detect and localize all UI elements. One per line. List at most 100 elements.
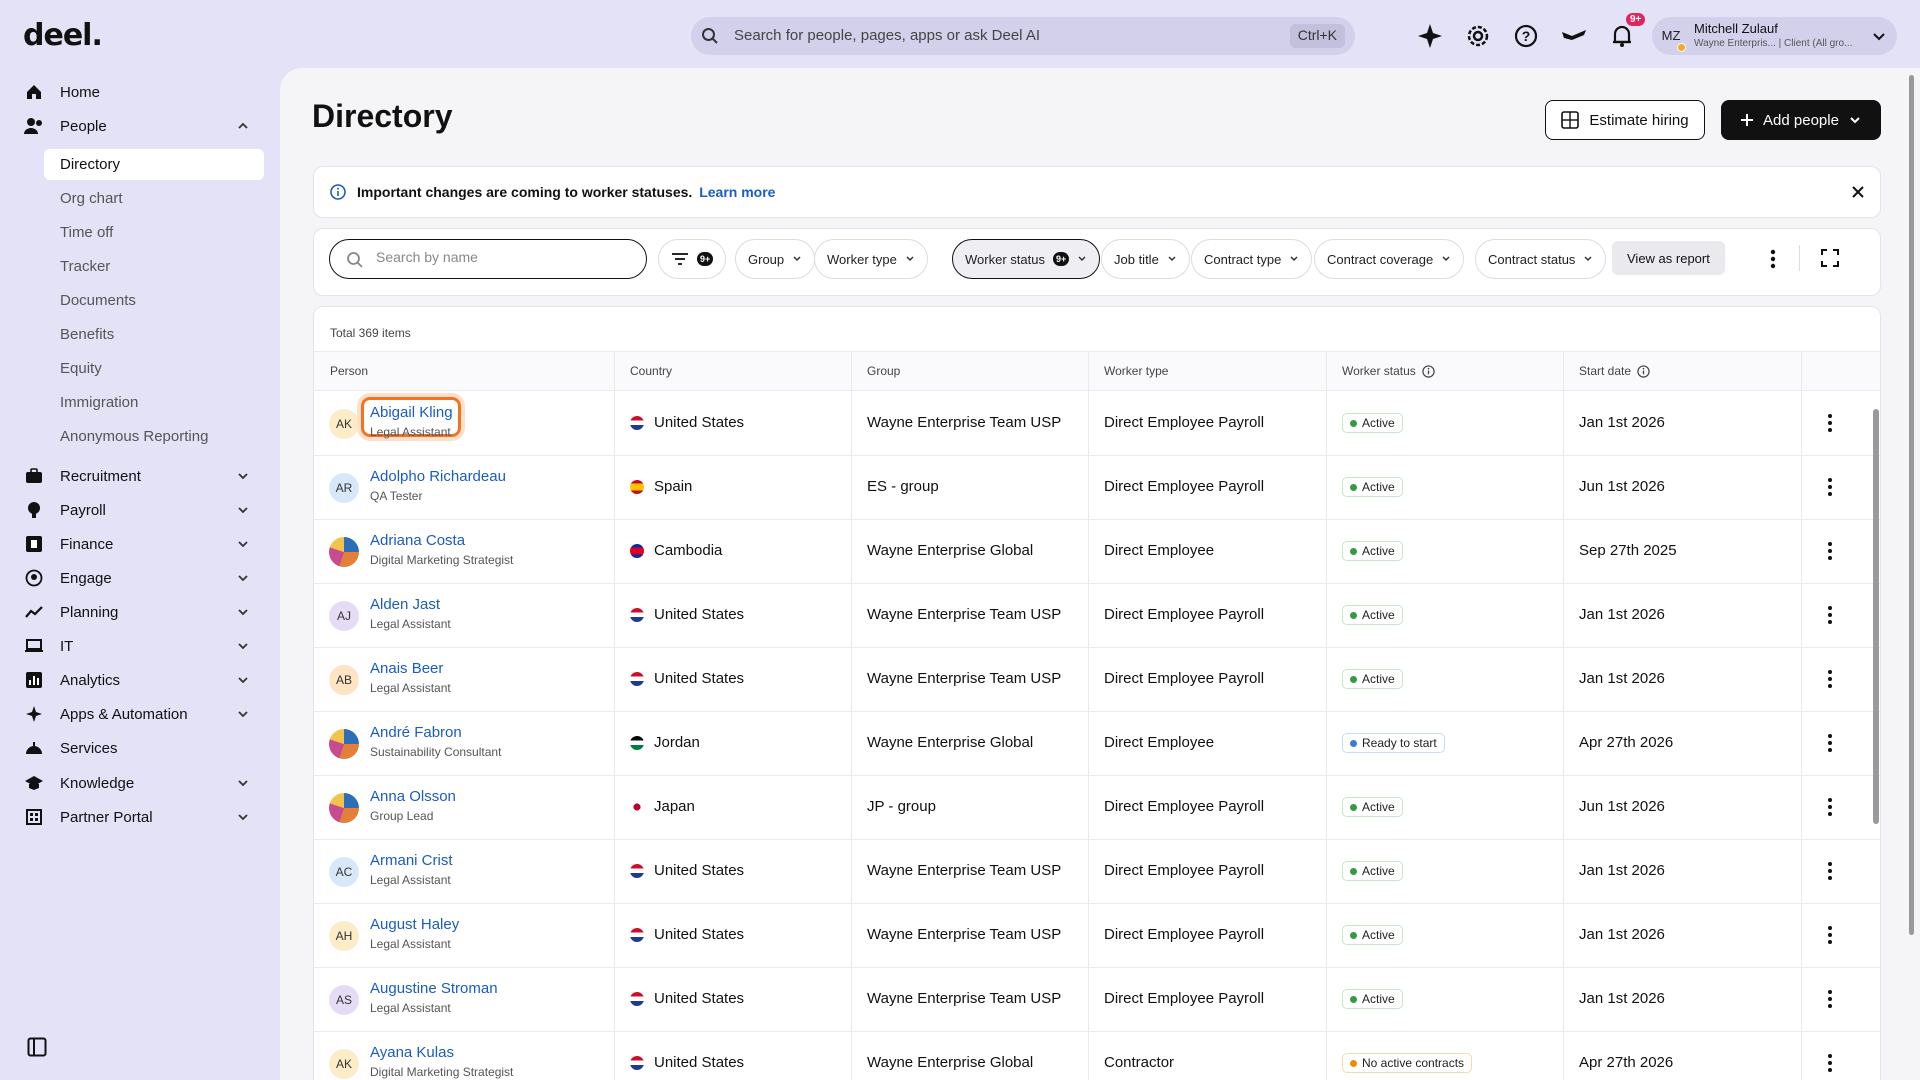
person-name-link[interactable]: Anna Olsson bbox=[370, 788, 456, 805]
column-header-country[interactable]: Country bbox=[630, 364, 672, 378]
person-name-link[interactable]: André Fabron bbox=[370, 724, 462, 741]
filter-worker-type[interactable]: Worker type bbox=[814, 239, 928, 279]
start-date-cell: Jun 1st 2026 bbox=[1579, 478, 1665, 495]
sidebar-item-knowledge[interactable]: Knowledge bbox=[24, 767, 260, 799]
sidebar-subitem-anonymous-reporting[interactable]: Anonymous Reporting bbox=[44, 421, 264, 452]
row-actions-icon[interactable] bbox=[1827, 733, 1833, 753]
sidebar-item-engage[interactable]: Engage bbox=[24, 562, 260, 594]
filters-button[interactable]: 9+ bbox=[658, 239, 727, 279]
sidebar-subitem-directory[interactable]: Directory bbox=[44, 149, 264, 180]
person-name-link[interactable]: Abigail Kling bbox=[370, 404, 453, 421]
column-header-worker-status[interactable]: Worker status bbox=[1342, 364, 1435, 378]
user-menu[interactable]: MZ Mitchell Zulauf Wayne Enterpris... | … bbox=[1652, 17, 1897, 55]
view-as-report-button[interactable]: View as report bbox=[1612, 241, 1725, 275]
column-header-worker-type[interactable]: Worker type bbox=[1104, 364, 1168, 378]
sidebar-item-finance[interactable]: Finance bbox=[24, 528, 260, 560]
chevron-down-icon bbox=[238, 541, 248, 548]
plane-icon[interactable] bbox=[1558, 20, 1590, 52]
filter-contract-type[interactable]: Contract type bbox=[1191, 239, 1313, 279]
person-name-link[interactable]: August Haley bbox=[370, 916, 459, 933]
flag-icon bbox=[630, 799, 644, 814]
sidebar-item-it[interactable]: IT bbox=[24, 630, 260, 662]
row-actions-icon[interactable] bbox=[1827, 605, 1833, 625]
row-actions-icon[interactable] bbox=[1827, 1053, 1833, 1073]
info-icon[interactable] bbox=[1637, 364, 1650, 378]
table-row[interactable]: AK Ayana Kulas Digital Marketing Strategis… bbox=[314, 1032, 1880, 1080]
column-header-group[interactable]: Group bbox=[867, 364, 900, 378]
sidebar-item-apps-automation[interactable]: Apps & Automation bbox=[24, 698, 260, 730]
table-row[interactable]: AC Armani Crist Legal Assistant United Stat… bbox=[314, 840, 1880, 904]
table-row[interactable]: AJ Alden Jast Legal Assistant United States… bbox=[314, 584, 1880, 648]
row-actions-icon[interactable] bbox=[1827, 989, 1833, 1009]
svg-text:?: ? bbox=[1522, 28, 1531, 44]
filter-group[interactable]: Group bbox=[735, 239, 816, 279]
filter-job-title[interactable]: Job title bbox=[1101, 239, 1190, 279]
table-row[interactable]: AR Adolpho Richardeau QA Tester Spain ES - g… bbox=[314, 456, 1880, 520]
home-icon bbox=[24, 82, 44, 102]
page-scrollbar[interactable] bbox=[1907, 75, 1915, 1075]
table-scrollbar[interactable] bbox=[1871, 399, 1879, 1080]
ai-sparkle-icon[interactable] bbox=[1414, 20, 1446, 52]
person-name-link[interactable]: Augustine Stroman bbox=[370, 980, 498, 997]
row-actions-icon[interactable] bbox=[1827, 797, 1833, 817]
page-scrollbar-thumb[interactable] bbox=[1909, 75, 1914, 935]
sidebar-subitem-immigration[interactable]: Immigration bbox=[44, 387, 264, 418]
sidebar-subitem-documents[interactable]: Documents bbox=[44, 285, 264, 316]
name-search-input[interactable] bbox=[376, 249, 626, 265]
sidebar-collapse-icon[interactable] bbox=[27, 1037, 47, 1057]
sidebar-item-payroll[interactable]: Payroll bbox=[24, 494, 260, 526]
close-icon[interactable] bbox=[1850, 184, 1866, 200]
row-actions-icon[interactable] bbox=[1827, 669, 1833, 689]
fullscreen-icon[interactable] bbox=[1821, 249, 1839, 267]
flag-icon bbox=[630, 927, 644, 942]
sidebar-subitem-tracker[interactable]: Tracker bbox=[44, 251, 264, 282]
filter-contract-status[interactable]: Contract status bbox=[1475, 239, 1607, 279]
table-row[interactable]: AH August Haley Legal Assistant United Stat… bbox=[314, 904, 1880, 968]
person-name-link[interactable]: Alden Jast bbox=[370, 596, 440, 613]
sidebar-subitem-benefits[interactable]: Benefits bbox=[44, 319, 264, 350]
estimate-hiring-button[interactable]: Estimate hiring bbox=[1545, 100, 1705, 140]
gear-icon[interactable] bbox=[1462, 20, 1494, 52]
sidebar-item-services[interactable]: Services bbox=[24, 732, 260, 764]
table-row[interactable]: AK Abigail Kling Legal Assistant United Sta… bbox=[314, 392, 1880, 456]
person-name-link[interactable]: Adriana Costa bbox=[370, 532, 465, 549]
table-row[interactable]: AS Augustine Stroman Legal Assistant United… bbox=[314, 968, 1880, 1032]
sidebar-subitem-org-chart[interactable]: Org chart bbox=[44, 183, 264, 214]
sidebar-item-recruitment[interactable]: Recruitment bbox=[24, 460, 260, 492]
sidebar-item-planning[interactable]: Planning bbox=[24, 596, 260, 628]
filter-contract-coverage[interactable]: Contract coverage bbox=[1314, 239, 1465, 279]
table-scrollbar-thumb[interactable] bbox=[1873, 409, 1879, 824]
sidebar-item-partner-portal[interactable]: Partner Portal bbox=[24, 801, 260, 833]
row-actions-icon[interactable] bbox=[1827, 541, 1833, 561]
table-row[interactable]: Anna Olsson Group Lead Japan JP - group Dire… bbox=[314, 776, 1880, 840]
sidebar-item-home[interactable]: Home bbox=[24, 76, 260, 108]
avatar bbox=[329, 729, 359, 759]
info-icon[interactable] bbox=[1422, 364, 1435, 378]
sidebar-subitem-time-off[interactable]: Time off bbox=[44, 217, 264, 248]
person-name-link[interactable]: Anais Beer bbox=[370, 660, 443, 677]
person-name-link[interactable]: Armani Crist bbox=[370, 852, 453, 869]
deel-logo[interactable]: deel. bbox=[23, 18, 103, 53]
row-actions-icon[interactable] bbox=[1827, 413, 1833, 433]
global-search[interactable]: Search for people, pages, apps or ask De… bbox=[691, 17, 1355, 55]
person-name-link[interactable]: Adolpho Richardeau bbox=[370, 468, 506, 485]
row-actions-icon[interactable] bbox=[1827, 477, 1833, 497]
row-actions-icon[interactable] bbox=[1827, 925, 1833, 945]
sidebar-subitem-equity[interactable]: Equity bbox=[44, 353, 264, 384]
table-row[interactable]: AB Anais Beer Legal Assistant United States… bbox=[314, 648, 1880, 712]
filter-worker-status[interactable]: Worker status 9+ bbox=[952, 239, 1101, 279]
help-icon[interactable]: ? bbox=[1510, 20, 1542, 52]
learn-more-link[interactable]: Learn more bbox=[699, 184, 775, 200]
sidebar-item-people[interactable]: People bbox=[24, 110, 260, 142]
column-header-person[interactable]: Person bbox=[330, 364, 368, 378]
top-bar: deel. Search for people, pages, apps or … bbox=[0, 0, 1920, 70]
name-search[interactable] bbox=[329, 239, 647, 279]
column-header-start-date[interactable]: Start date bbox=[1579, 364, 1650, 378]
add-people-button[interactable]: Add people bbox=[1721, 100, 1881, 140]
more-vertical-icon[interactable] bbox=[1770, 249, 1776, 269]
person-name-link[interactable]: Ayana Kulas bbox=[370, 1044, 454, 1061]
sidebar-item-analytics[interactable]: Analytics bbox=[24, 664, 260, 696]
table-row[interactable]: Adriana Costa Digital Marketing Strategis… bbox=[314, 520, 1880, 584]
row-actions-icon[interactable] bbox=[1827, 861, 1833, 881]
table-row[interactable]: André Fabron Sustainability Consultant Jor… bbox=[314, 712, 1880, 776]
